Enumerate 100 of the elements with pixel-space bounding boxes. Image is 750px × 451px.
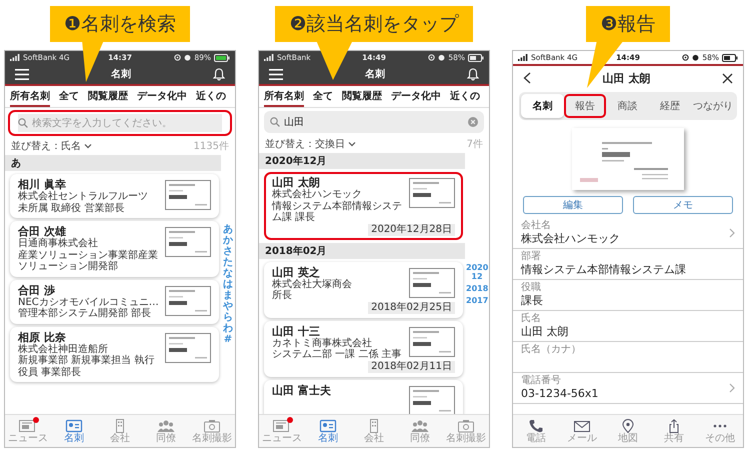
contact-name: 相原 比奈 xyxy=(18,330,67,344)
orientation-lock-icon xyxy=(682,54,690,61)
contact-name: 山田 太朗 xyxy=(272,176,321,189)
callout-pointer xyxy=(82,40,104,82)
tab[interactable]: データ化中 xyxy=(137,86,187,107)
action-button[interactable]: その他 xyxy=(697,415,743,447)
menu-icon[interactable] xyxy=(269,68,283,80)
exchange-date: 2018年02月25日 xyxy=(368,302,455,314)
nav-tab[interactable]: 会社 xyxy=(351,415,397,447)
index-letter[interactable]: ら xyxy=(223,312,233,323)
company-name: 株式会社セントラルフルーツ xyxy=(18,191,149,202)
index-letter[interactable]: 2017 xyxy=(466,296,488,305)
tab[interactable]: 近くの xyxy=(196,86,226,107)
orientation-lock-icon xyxy=(428,54,436,61)
company-name: カネトミ商事株式会社 xyxy=(272,338,373,348)
field-label: 氏名（カナ） xyxy=(521,344,582,356)
close-icon[interactable] xyxy=(722,72,733,84)
nav-tab[interactable]: 名刺 xyxy=(51,415,97,447)
sort-selector[interactable]: 並び替え：交換日 xyxy=(265,137,356,151)
signal-icon xyxy=(518,54,528,61)
nav-tab[interactable]: 名刺撮影 xyxy=(443,415,489,447)
index-letter[interactable]: あ xyxy=(223,224,233,235)
tab[interactable]: 所有名刺 xyxy=(264,86,304,107)
index-letter[interactable]: 2020 12 xyxy=(466,263,488,281)
search-input[interactable]: 山田 xyxy=(284,116,464,128)
section-header: 2018年02月 xyxy=(259,242,465,258)
contact-name: 山田 英之 xyxy=(272,266,321,278)
header-title: 名刺 xyxy=(365,68,385,81)
index-letter[interactable]: 2018 xyxy=(466,284,488,293)
index-letter[interactable]: は xyxy=(223,279,233,290)
tab[interactable]: 全て xyxy=(59,86,79,107)
segment-tab[interactable]: 経歴 xyxy=(648,94,691,118)
job-title: 情報システム本部情報システム課 課長 xyxy=(272,200,403,224)
chevron-down-icon xyxy=(84,143,92,149)
nav-tab[interactable]: ニュース xyxy=(259,415,305,447)
contact-name: 合田 次雄 xyxy=(18,225,66,238)
tab[interactable]: データ化中 xyxy=(391,86,441,107)
menu-icon[interactable] xyxy=(15,68,29,80)
nav-tab[interactable]: 同僚 xyxy=(143,415,189,447)
segment-tab[interactable]: 名刺 xyxy=(521,94,564,118)
company-name: NECカシオモバイルコミュニ… xyxy=(18,296,160,308)
nav-tab[interactable]: 会社 xyxy=(97,415,143,447)
index-letter[interactable]: さ xyxy=(223,246,233,257)
section-header: あ xyxy=(5,155,221,171)
sort-selector[interactable]: 並び替え：氏名 xyxy=(11,139,92,153)
result-count: 7件 xyxy=(466,138,483,151)
signal-icon xyxy=(10,54,20,61)
tab[interactable]: 閲覧履歴 xyxy=(342,86,382,107)
index-letter[interactable]: た xyxy=(223,257,233,268)
job-title: 管理本部システム開発部 部長 xyxy=(18,308,152,320)
field-label: 役職 xyxy=(521,282,542,294)
field-value: 情報システム本部情報システム課 xyxy=(521,263,686,276)
id-card-icon xyxy=(319,418,337,432)
contact-card[interactable]: 合田 次雄 日通商事株式会社 産業ソリューション事業部産業ソリューション開発部 xyxy=(10,221,219,276)
newspaper-icon xyxy=(19,418,37,432)
nav-tab[interactable]: 名刺撮影 xyxy=(189,415,235,447)
job-title: 所長 xyxy=(272,290,293,302)
field-value: 山田 太朗 xyxy=(521,325,568,338)
tab[interactable]: 閲覧履歴 xyxy=(88,86,128,107)
memo-button[interactable]: メモ xyxy=(633,196,733,214)
field-value: 03-1234-56x1 xyxy=(521,387,598,400)
contact-card[interactable]: 合田 渉 NECカシオモバイルコミュニ… 管理本部システム開発部 部長 xyxy=(10,280,219,324)
result-count: 1135件 xyxy=(194,140,229,153)
tab[interactable]: 近くの xyxy=(450,86,480,107)
bell-icon[interactable] xyxy=(213,68,225,80)
nav-tab[interactable]: 同僚 xyxy=(397,415,443,447)
action-button[interactable]: 電話 xyxy=(513,415,559,447)
segment-tab[interactable]: 商談 xyxy=(606,94,648,118)
field-label: 部署 xyxy=(521,251,542,263)
back-icon[interactable] xyxy=(523,72,531,84)
exchange-date: 2018年02月11日 xyxy=(368,360,455,372)
action-button[interactable]: メール xyxy=(559,415,605,447)
nav-tab[interactable]: 名刺 xyxy=(305,415,351,447)
contact-name: 山田 十三 xyxy=(272,324,321,338)
header-title: 名刺 xyxy=(111,68,131,81)
tab[interactable]: 全て xyxy=(313,86,333,107)
index-letter[interactable]: や xyxy=(223,301,233,312)
segment-tab[interactable]: 報告 xyxy=(564,94,606,118)
contact-card[interactable]: 相原 比奈 株式会社神田造船所 新規事業部 新規事業担当 執行役員 事業部長 xyxy=(10,326,219,382)
index-letter[interactable]: な xyxy=(223,268,233,279)
index-letter[interactable]: # xyxy=(224,334,232,345)
field-value: 課長 xyxy=(521,294,543,307)
nav-tab[interactable]: ニュース xyxy=(5,415,51,447)
index-letter[interactable]: ま xyxy=(223,290,233,301)
contact-card[interactable]: 山田 英之 株式会社大塚商会 所長 2018年02月25日 xyxy=(264,262,463,318)
action-button[interactable]: 地図 xyxy=(605,415,651,447)
tab[interactable]: 所有名刺 xyxy=(10,86,50,107)
contact-card[interactable]: 山田 十三 カネトミ商事株式会社 システム二部 一課 二係 主事 2018年02月11日 xyxy=(264,320,463,376)
action-button[interactable]: 共有 xyxy=(651,415,697,447)
edit-button[interactable]: 編集 xyxy=(523,196,623,214)
bell-icon[interactable] xyxy=(467,68,479,80)
job-title: 産業ソリューション事業部産業ソリューション開発部 xyxy=(18,250,159,272)
search-field[interactable]: 山田 xyxy=(264,111,484,133)
contact-card[interactable]: 山田 富士夫 xyxy=(264,380,463,414)
contact-card[interactable]: 山田 太朗 株式会社ハンモック 情報システム本部情報システム課 課長 2020年12月28日 xyxy=(264,172,463,240)
index-letter[interactable]: か xyxy=(223,235,233,246)
contact-name: 相川 眞幸 xyxy=(18,178,67,191)
contact-card[interactable]: 相川 眞幸 株式会社セントラルフルーツ 未所属 取締役 営業部長 xyxy=(10,174,219,218)
segment-tab[interactable]: つながり xyxy=(691,94,735,118)
index-letter[interactable]: わ xyxy=(223,323,233,334)
